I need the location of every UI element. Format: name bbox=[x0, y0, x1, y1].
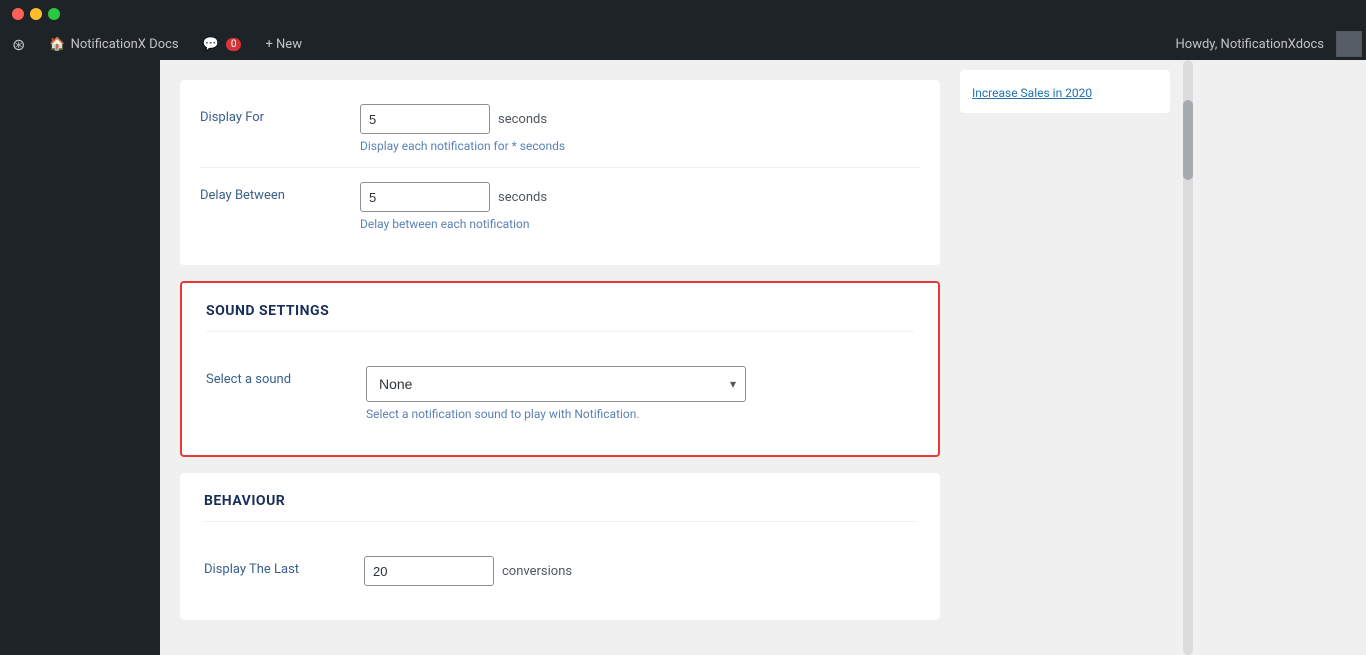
scrollbar-thumb[interactable] bbox=[1183, 100, 1193, 180]
delay-between-control: seconds Delay between each notification bbox=[360, 182, 920, 231]
traffic-lights bbox=[12, 8, 60, 20]
increase-sales-link[interactable]: Increase Sales in 2020 bbox=[972, 86, 1092, 100]
admin-bar: ⊛ 🏠 NotificationX Docs 💬 0 + New Howdy, … bbox=[0, 28, 1366, 60]
display-for-suffix: seconds bbox=[498, 112, 547, 127]
comment-icon: 💬 bbox=[203, 37, 219, 52]
comments-item[interactable]: 💬 0 bbox=[191, 28, 254, 60]
display-for-hint: Display each notification for * seconds bbox=[360, 139, 920, 153]
site-name-label: NotificationX Docs bbox=[71, 37, 179, 52]
minimize-button[interactable] bbox=[30, 8, 42, 20]
delay-between-input[interactable] bbox=[360, 182, 490, 212]
delay-between-hint: Delay between each notification bbox=[360, 217, 920, 231]
sidebar bbox=[0, 60, 160, 655]
howdy-text: Howdy, NotificationXdocs bbox=[1164, 37, 1336, 52]
scrollbar-track[interactable] bbox=[1183, 60, 1193, 655]
display-for-label: Display For bbox=[200, 104, 360, 125]
comment-count: 0 bbox=[226, 38, 242, 51]
close-button[interactable] bbox=[12, 8, 24, 20]
display-for-control: seconds Display each notification for * … bbox=[360, 104, 920, 153]
behaviour-section: BEHAVIOUR Display The Last conversions bbox=[180, 473, 940, 620]
display-for-input[interactable] bbox=[360, 104, 490, 134]
display-last-label: Display The Last bbox=[204, 556, 364, 577]
select-sound-label: Select a sound bbox=[206, 366, 366, 387]
delay-between-row: Delay Between seconds Delay between each… bbox=[200, 168, 920, 245]
site-name-item[interactable]: 🏠 NotificationX Docs bbox=[37, 28, 190, 60]
user-avatar[interactable] bbox=[1336, 31, 1362, 57]
new-label: + New bbox=[265, 37, 302, 52]
sound-settings-section: SOUND SETTINGS Select a sound None Sound… bbox=[180, 281, 940, 457]
sound-select-wrapper: None Sound 1 Sound 2 Sound 3 ▾ bbox=[366, 366, 746, 402]
title-bar bbox=[0, 0, 1366, 28]
display-last-row: Display The Last conversions bbox=[204, 542, 916, 600]
new-item[interactable]: + New bbox=[253, 28, 314, 60]
right-panel: Increase Sales in 2020 bbox=[960, 60, 1180, 655]
timing-settings-section: Display For seconds Display each notific… bbox=[180, 80, 940, 265]
wp-logo-item[interactable]: ⊛ bbox=[0, 28, 37, 60]
main-content: Display For seconds Display each notific… bbox=[160, 60, 1366, 655]
delay-between-label: Delay Between bbox=[200, 182, 360, 203]
scrollbar-area bbox=[1180, 60, 1196, 655]
wp-logo-icon: ⊛ bbox=[12, 35, 25, 54]
sound-select[interactable]: None Sound 1 Sound 2 Sound 3 bbox=[366, 366, 746, 402]
sound-hint: Select a notification sound to play with… bbox=[366, 407, 914, 421]
select-sound-control: None Sound 1 Sound 2 Sound 3 ▾ Select a … bbox=[366, 366, 914, 421]
delay-between-suffix: seconds bbox=[498, 190, 547, 205]
display-last-suffix: conversions bbox=[502, 564, 572, 579]
select-sound-row: Select a sound None Sound 1 Sound 2 Soun… bbox=[206, 352, 914, 435]
display-last-input[interactable] bbox=[364, 556, 494, 586]
sound-settings-title: SOUND SETTINGS bbox=[206, 303, 914, 332]
behaviour-title: BEHAVIOUR bbox=[204, 493, 916, 522]
display-for-row: Display For seconds Display each notific… bbox=[200, 90, 920, 168]
right-panel-card: Increase Sales in 2020 bbox=[960, 70, 1170, 113]
display-last-control: conversions bbox=[364, 556, 916, 586]
content-area: Display For seconds Display each notific… bbox=[160, 60, 960, 655]
maximize-button[interactable] bbox=[48, 8, 60, 20]
home-icon: 🏠 bbox=[49, 37, 65, 52]
